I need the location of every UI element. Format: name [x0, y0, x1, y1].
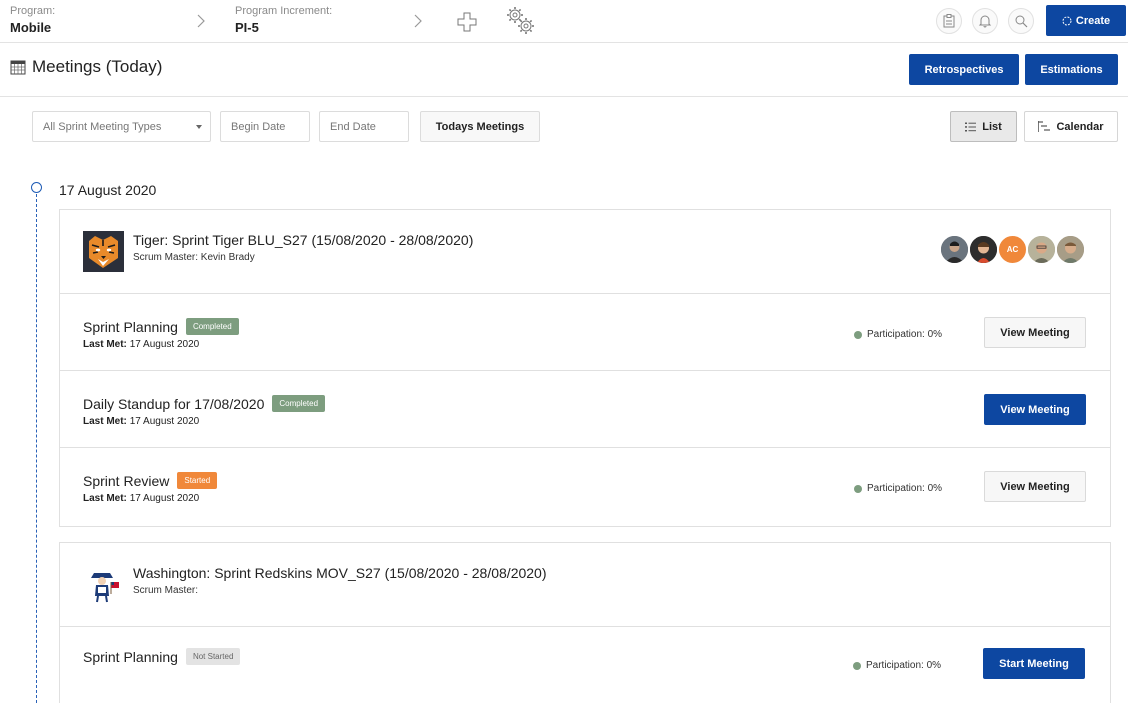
- create-button[interactable]: Create: [1046, 5, 1126, 36]
- program-label: Program:: [10, 5, 56, 17]
- todays-meetings-button[interactable]: Todays Meetings: [420, 111, 540, 142]
- avatar[interactable]: [1026, 234, 1057, 265]
- todays-meetings-label: Todays Meetings: [435, 120, 525, 133]
- top-bar: Program: Mobile Program Increment: PI-5: [0, 0, 1128, 43]
- participation-dot-icon: [854, 330, 862, 339]
- meeting-row: Sprint Planning Not Started Participatio…: [60, 627, 1110, 691]
- scrum-master: Scrum Master:: [133, 585, 199, 596]
- status-badge: Not Started: [185, 648, 241, 665]
- clipboard-icon[interactable]: [936, 8, 962, 34]
- participation: Participation: 0%: [854, 329, 942, 340]
- last-met: Last Met: 17 August 2020: [83, 339, 199, 350]
- page-header: Meetings (Today) Retrospectives Estimati…: [0, 43, 1128, 97]
- program-increment-selector[interactable]: Program Increment: PI-5: [235, 5, 332, 35]
- meeting-name: Daily Standup for 17/08/2020: [83, 395, 265, 412]
- view-meeting-button[interactable]: View Meeting: [984, 471, 1086, 502]
- last-met-label: Last Met:: [83, 493, 127, 504]
- calendar-view-button[interactable]: Calendar: [1024, 111, 1118, 142]
- timeline-date: 17 August 2020: [59, 182, 157, 198]
- meeting-row: Sprint Planning Completed Last Met: 17 A…: [60, 294, 1110, 371]
- sprint-card: Washington: Sprint Redskins MOV_S27 (15/…: [59, 542, 1111, 703]
- tiger-team-logo: [83, 231, 124, 272]
- bell-icon[interactable]: [972, 8, 998, 34]
- settings-gears-icon[interactable]: [505, 5, 537, 37]
- washington-team-logo: [83, 564, 124, 605]
- timeline-node: [31, 182, 42, 193]
- participation-text: Participation: 0%: [867, 483, 943, 494]
- estimations-button[interactable]: Estimations: [1025, 54, 1118, 85]
- avatar[interactable]: [1055, 234, 1086, 265]
- meeting-title: Daily Standup for 17/08/2020 Completed: [83, 395, 326, 412]
- avatar-initials: AC: [1006, 245, 1019, 254]
- avatar[interactable]: [968, 234, 999, 265]
- team-avatars: AC: [939, 234, 1086, 265]
- start-meeting-button[interactable]: Start Meeting: [983, 648, 1085, 679]
- participation: Participation: 0%: [854, 483, 942, 494]
- meeting-row: Daily Standup for 17/08/2020 Completed L…: [60, 371, 1110, 448]
- meeting-name: Sprint Planning: [83, 318, 178, 335]
- meeting-row: Sprint Review Started Last Met: 17 Augus…: [60, 448, 1110, 525]
- meeting-name: Sprint Review: [83, 472, 170, 489]
- list-view-button[interactable]: List: [950, 111, 1017, 142]
- list-icon: [965, 122, 977, 131]
- last-met-label: Last Met:: [83, 416, 127, 427]
- participation-text: Participation: 0%: [866, 660, 942, 671]
- pi-label: Program Increment:: [235, 5, 333, 17]
- plus-icon[interactable]: [457, 12, 477, 32]
- end-date-input[interactable]: End Date: [319, 111, 409, 142]
- meeting-title: Sprint Review Started: [83, 472, 218, 489]
- status-badge: Started: [177, 472, 218, 489]
- last-met: Last Met: 17 August 2020: [83, 416, 199, 427]
- meeting-title: Sprint Planning Completed: [83, 318, 239, 335]
- scrum-master: Scrum Master: Kevin Brady: [133, 252, 255, 263]
- last-met-value: 17 August 2020: [129, 416, 200, 427]
- meeting-type-select[interactable]: All Sprint Meeting Types: [32, 111, 211, 142]
- last-met-value: 17 August 2020: [129, 339, 200, 350]
- caret-down-icon: [196, 125, 202, 129]
- participation-dot-icon: [854, 484, 862, 493]
- end-date-placeholder: End Date: [330, 120, 376, 133]
- avatar[interactable]: [939, 234, 970, 265]
- view-meeting-button[interactable]: View Meeting: [984, 394, 1086, 425]
- create-icon: [1062, 16, 1072, 25]
- page-title-text: Meetings (Today): [32, 57, 163, 76]
- gantt-icon: [1038, 121, 1051, 132]
- sprint-card-header: Washington: Sprint Redskins MOV_S27 (15/…: [60, 543, 1110, 627]
- retrospectives-button[interactable]: Retrospectives: [909, 54, 1019, 85]
- meeting-name: Sprint Planning: [83, 648, 178, 665]
- program-value: Mobile: [10, 20, 52, 35]
- participation-dot-icon: [853, 661, 861, 670]
- participation: Participation: 0%: [853, 660, 941, 671]
- meeting-title: Sprint Planning Not Started: [83, 648, 241, 665]
- calendar-icon: [10, 60, 26, 75]
- page-title: Meetings (Today): [10, 57, 162, 77]
- sprint-title[interactable]: Washington: Sprint Redskins MOV_S27 (15/…: [133, 565, 547, 581]
- chevron-right-icon: [197, 14, 205, 28]
- participation-text: Participation: 0%: [867, 329, 943, 340]
- list-view-label: List: [982, 120, 1002, 133]
- last-met: Last Met: 17 August 2020: [83, 493, 199, 504]
- calendar-view-label: Calendar: [1056, 120, 1104, 133]
- timeline-line: [36, 194, 37, 703]
- last-met-value: 17 August 2020: [129, 493, 200, 504]
- avatar[interactable]: AC: [997, 234, 1028, 265]
- status-badge: Completed: [272, 395, 326, 412]
- chevron-right-icon: [414, 14, 422, 28]
- search-icon[interactable]: [1008, 8, 1034, 34]
- create-button-label: Create: [1075, 14, 1111, 27]
- sprint-title[interactable]: Tiger: Sprint Tiger BLU_S27 (15/08/2020 …: [133, 232, 473, 248]
- pi-value: PI-5: [235, 20, 259, 35]
- sprint-card-header: Tiger: Sprint Tiger BLU_S27 (15/08/2020 …: [60, 210, 1110, 294]
- meeting-type-value: All Sprint Meeting Types: [43, 120, 162, 133]
- sprint-card: Tiger: Sprint Tiger BLU_S27 (15/08/2020 …: [59, 209, 1111, 527]
- view-meeting-button[interactable]: View Meeting: [984, 317, 1086, 348]
- program-selector[interactable]: Program: Mobile: [10, 5, 55, 35]
- status-badge: Completed: [185, 318, 239, 335]
- begin-date-input[interactable]: Begin Date: [220, 111, 310, 142]
- last-met-label: Last Met:: [83, 339, 127, 350]
- begin-date-placeholder: Begin Date: [231, 120, 286, 133]
